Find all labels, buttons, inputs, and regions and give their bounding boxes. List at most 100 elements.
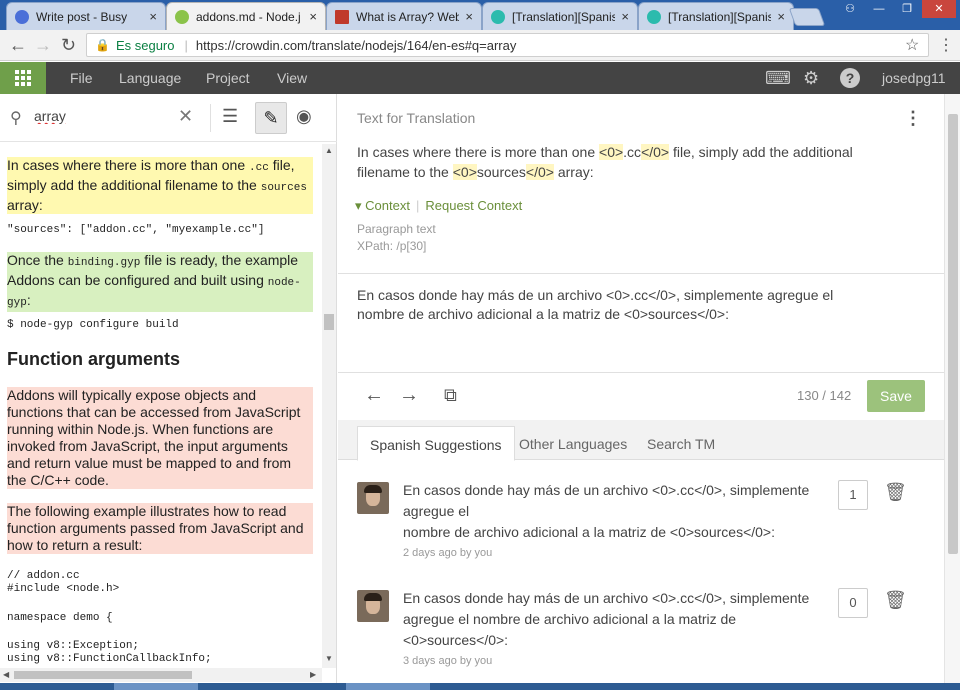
code-block: using v8::Exception; using v8::FunctionC…	[7, 640, 212, 665]
github-favicon-icon	[175, 9, 189, 24]
paragraph-current[interactable]: In cases where there is more than one .c…	[7, 157, 313, 214]
user-profile-icon[interactable]: ⚇	[840, 0, 860, 18]
suggestion-meta: 2 days ago by you	[403, 547, 493, 559]
tab-title: addons.md - Node.j	[196, 9, 301, 24]
code-block: "sources": ["addon.cc", "myexample.cc"]	[7, 224, 265, 236]
text-for-translation-label: Text for Translation	[357, 110, 476, 126]
context-row: ▾ Context | Request Context	[355, 198, 523, 213]
code-block: $ node-gyp configure build	[7, 319, 179, 331]
request-context-link[interactable]: Request Context	[425, 198, 522, 213]
tab-search-tm[interactable]: Search TM	[635, 426, 727, 461]
scrollbar-thumb[interactable]	[324, 314, 334, 330]
context-toggle-icon[interactable]: ▾	[355, 198, 362, 213]
placeholder-tag[interactable]: <0>	[452, 164, 477, 180]
avatar	[357, 590, 389, 622]
taskbar-item[interactable]	[346, 683, 430, 690]
vote-count[interactable]: 0	[838, 588, 868, 618]
clear-search-icon[interactable]: ✕	[178, 106, 193, 127]
suggestion-text[interactable]: En casos donde hay más de un archivo <0>…	[403, 588, 813, 651]
placeholder-tag[interactable]: </0>	[525, 164, 554, 180]
paragraph-translated[interactable]: Once the binding.gyp file is ready, the …	[7, 252, 313, 312]
save-button[interactable]: Save	[867, 380, 925, 412]
minimize-window-icon[interactable]: —	[866, 0, 892, 18]
placeholder-tag[interactable]: <0>	[599, 144, 624, 160]
search-icon: ⚲	[10, 110, 22, 127]
placeholder-tag[interactable]: </0>	[641, 144, 670, 160]
menu-language[interactable]: Language	[119, 70, 181, 86]
previous-string-arrow-icon[interactable]: ←	[364, 384, 384, 407]
username-menu[interactable]: josedpg11	[882, 70, 946, 86]
url-text[interactable]: https://crowdin.com/translate/nodejs/164…	[196, 38, 516, 53]
help-icon[interactable]: ?	[840, 68, 860, 88]
mdn-favicon-icon	[335, 9, 349, 24]
menu-view[interactable]: View	[277, 70, 307, 86]
browser-menu-icon[interactable]: ⋮	[938, 35, 954, 55]
edit-mode-pencil-icon[interactable]: ✎	[255, 102, 287, 134]
taskbar-item[interactable]	[114, 683, 198, 690]
menu-project[interactable]: Project	[206, 70, 250, 86]
bookmark-star-icon[interactable]: ☆	[905, 35, 919, 55]
scroll-left-arrow-icon[interactable]: ◀	[3, 670, 9, 679]
suggestion-text[interactable]: En casos donde hay más de un archivo <0>…	[403, 480, 813, 543]
delete-trash-icon[interactable]: 🗑	[884, 590, 907, 611]
browser-toolbar: ← → ↻ 🔒 Es seguro | https://crowdin.com/…	[0, 30, 960, 61]
browser-tab[interactable]: [Translation][Spanis ×	[482, 2, 638, 30]
close-tab-icon[interactable]: ×	[777, 9, 785, 24]
document-horizontal-scrollbar[interactable]: ◀ ▶	[0, 668, 322, 682]
copy-source-icon[interactable]: ⧉	[444, 385, 457, 406]
character-counter: 130 / 142	[797, 388, 852, 403]
close-tab-icon[interactable]: ×	[149, 9, 157, 24]
new-tab-button[interactable]	[788, 8, 826, 26]
forward-arrow-icon[interactable]: →	[34, 35, 52, 56]
menu-file[interactable]: File	[70, 70, 93, 86]
browser-tab-strip: Write post - Busy × addons.md - Node.j ×…	[0, 0, 960, 30]
browser-tab-active[interactable]: addons.md - Node.j ×	[166, 2, 326, 30]
address-bar[interactable]: 🔒 Es seguro | https://crowdin.com/transl…	[86, 33, 929, 57]
app-grid-button[interactable]	[0, 62, 46, 94]
context-link[interactable]: Context	[365, 198, 410, 213]
paragraph-untranslated[interactable]: Addons will typically expose objects and…	[7, 387, 313, 489]
browser-tab[interactable]: [Translation][Spanis ×	[638, 2, 794, 30]
maximize-window-icon[interactable]: ❐	[894, 0, 920, 18]
scroll-right-arrow-icon[interactable]: ▶	[310, 670, 316, 679]
vote-count[interactable]: 1	[838, 480, 868, 510]
paragraph-untranslated[interactable]: The following example illustrates how to…	[7, 503, 313, 554]
close-tab-icon[interactable]: ×	[621, 9, 629, 24]
code-block: // addon.cc #include <node.h>	[7, 570, 120, 595]
close-tab-icon[interactable]: ×	[309, 9, 317, 24]
keyboard-icon[interactable]: ⌨	[765, 68, 791, 89]
gear-icon[interactable]: ⚙	[803, 68, 819, 89]
reload-icon[interactable]: ↻	[61, 35, 76, 56]
context-xpath: XPath: /p[30]	[357, 239, 427, 253]
translation-textarea[interactable]: En casos donde hay más de un archivo <0>…	[357, 286, 877, 324]
tab-title: [Translation][Spanis	[512, 9, 616, 24]
browser-tab[interactable]: Write post - Busy ×	[6, 2, 166, 30]
os-taskbar	[0, 683, 960, 690]
search-input[interactable]	[34, 108, 174, 124]
preview-eye-icon[interactable]: ◉	[296, 106, 312, 127]
tab-title: [Translation][Spanis	[668, 9, 772, 24]
delete-trash-icon[interactable]: 🗑	[884, 482, 907, 503]
editor-vertical-scrollbar[interactable]	[944, 94, 960, 690]
list-view-icon[interactable]: ☰	[222, 106, 238, 127]
tab-other-languages[interactable]: Other Languages	[507, 426, 639, 461]
back-arrow-icon[interactable]: ←	[9, 35, 27, 56]
scroll-down-arrow-icon[interactable]: ▼	[325, 654, 333, 663]
crowdin-favicon-icon	[647, 9, 661, 24]
browser-tab[interactable]: What is Array? Web ×	[326, 2, 482, 30]
crowdin-menubar: File Language Project View ⌨ ⚙ ? josedpg…	[0, 62, 960, 94]
tab-spanish-suggestions[interactable]: Spanish Suggestions	[357, 426, 515, 461]
more-options-icon[interactable]: ⋮	[904, 108, 922, 129]
scrollbar-thumb[interactable]	[14, 671, 192, 679]
busy-favicon-icon	[15, 9, 29, 24]
search-toolbar: ⚲ ✕ ☰ ✎ ◉	[0, 94, 337, 142]
close-window-icon[interactable]: ✕	[922, 0, 956, 18]
close-tab-icon[interactable]: ×	[465, 9, 473, 24]
document-vertical-scrollbar[interactable]: ▲ ▼	[322, 144, 336, 668]
source-document-pane: ⚲ ✕ ☰ ✎ ◉ In cases where there is more t…	[0, 94, 337, 690]
next-string-arrow-icon[interactable]: →	[399, 384, 419, 407]
lock-icon: 🔒	[95, 38, 110, 52]
scrollbar-thumb[interactable]	[948, 114, 958, 554]
secure-label: Es seguro	[115, 37, 175, 53]
scroll-up-arrow-icon[interactable]: ▲	[325, 146, 333, 155]
